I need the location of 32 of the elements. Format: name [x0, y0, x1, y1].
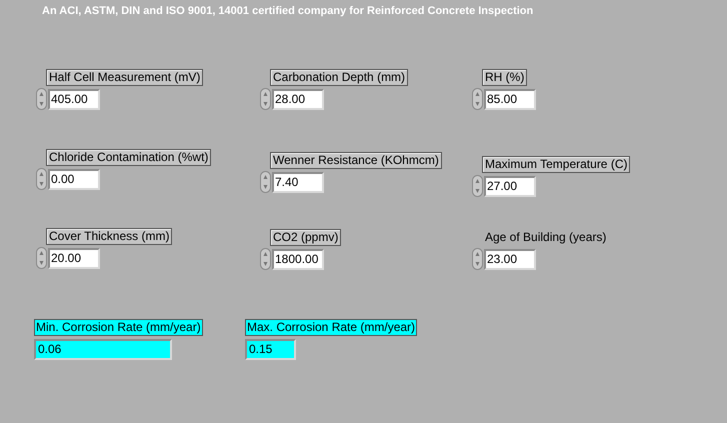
spinner-arrows-icon[interactable]	[36, 247, 47, 269]
header-text: An ACI, ASTM, DIN and ISO 9001, 14001 certified company for Reinforced Concrete Inspection	[42, 4, 534, 19]
numeric-field[interactable]: 0.00	[48, 168, 100, 190]
numeric-indicator: 0.06	[34, 339, 172, 360]
control-label: Half Cell Measurement (mV)	[46, 69, 204, 86]
control-label: Maximum Temperature (C)	[482, 156, 630, 173]
spinner-arrows-icon[interactable]	[472, 248, 483, 270]
control-label: CO2 (ppmv)	[270, 229, 342, 246]
spinner-arrows-icon[interactable]	[36, 88, 47, 110]
control-label: Chloride Contamination (%wt)	[46, 149, 212, 166]
spinner-arrows-icon[interactable]	[260, 171, 271, 193]
control-label: Age of Building (years)	[484, 229, 608, 246]
control-label: Wenner Resistance (KOhmcm)	[270, 152, 442, 169]
numeric-field[interactable]: 7.40	[272, 172, 324, 192]
numeric-field[interactable]: 1800.00	[272, 248, 324, 270]
numeric-field[interactable]: 23.00	[484, 248, 536, 270]
spinner-arrows-icon[interactable]	[36, 168, 47, 190]
spinner-arrows-icon[interactable]	[472, 88, 483, 110]
spinner-arrows-icon[interactable]	[472, 175, 483, 197]
control-label: Carbonation Depth (mm)	[270, 69, 408, 86]
spinner-arrows-icon[interactable]	[260, 248, 271, 270]
indicator-label: Min. Corrosion Rate (mm/year)	[34, 319, 203, 336]
numeric-indicator: 0.15	[245, 339, 296, 360]
numeric-field[interactable]: 405.00	[48, 88, 100, 110]
numeric-field[interactable]: 20.00	[48, 248, 100, 268]
indicator-label: Max. Corrosion Rate (mm/year)	[245, 319, 418, 336]
numeric-field[interactable]: 85.00	[484, 88, 536, 110]
control-label: RH (%)	[482, 69, 528, 86]
control-label: Cover Thickness (mm)	[46, 228, 172, 245]
numeric-field[interactable]: 27.00	[484, 176, 536, 196]
spinner-arrows-icon[interactable]	[260, 88, 271, 110]
numeric-field[interactable]: 28.00	[272, 88, 324, 110]
